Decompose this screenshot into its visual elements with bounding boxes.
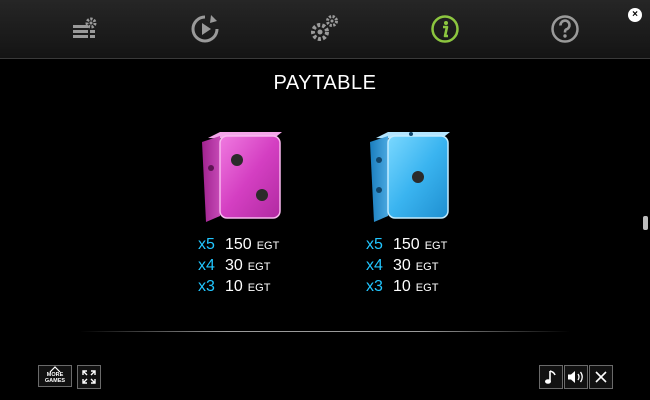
nav-autoplay-button[interactable] xyxy=(185,9,225,49)
nav-settings-button[interactable] xyxy=(304,9,344,49)
nav-help-button[interactable] xyxy=(545,9,585,49)
close-x-icon xyxy=(595,371,607,383)
multiplier: x5 xyxy=(366,236,383,253)
top-nav-bar xyxy=(0,0,650,59)
speaker-icon xyxy=(568,371,583,383)
payout-amount: 30 xyxy=(393,257,411,274)
payout-amount: 150 xyxy=(225,236,252,253)
music-button[interactable] xyxy=(539,365,563,389)
currency: EGT xyxy=(256,240,280,252)
pay-row: x4 30 EGT xyxy=(366,257,546,278)
nav-paytable-button[interactable] xyxy=(64,9,104,49)
multiplier: x3 xyxy=(198,278,215,295)
fullscreen-button[interactable] xyxy=(77,365,101,389)
more-games-button[interactable]: MORE GAMES xyxy=(38,365,72,387)
autoplay-icon xyxy=(191,15,219,43)
multiplier: x4 xyxy=(198,257,215,274)
settings-icon xyxy=(311,15,338,41)
payout-amount: 30 xyxy=(225,257,243,274)
pay-row: x5 150 EGT xyxy=(198,236,378,257)
fullscreen-icon xyxy=(82,370,96,384)
paytable-settings-icon xyxy=(73,17,97,38)
help-icon xyxy=(551,15,579,43)
music-note-icon xyxy=(545,370,556,384)
blue-die-icon xyxy=(370,132,450,222)
more-games-line2: GAMES xyxy=(44,378,66,384)
currency: EGT xyxy=(415,261,439,273)
pay-row: x5 150 EGT xyxy=(366,236,546,257)
divider xyxy=(80,331,570,332)
more-games-label: MORE GAMES xyxy=(45,372,65,384)
sound-button[interactable] xyxy=(564,365,588,389)
multiplier: x4 xyxy=(366,257,383,274)
pink-die-paytable: x5 150 EGT x4 30 EGT x3 10 EGT xyxy=(198,236,378,299)
info-icon xyxy=(431,15,459,43)
multiplier: x3 xyxy=(366,278,383,295)
multiplier: x5 xyxy=(198,236,215,253)
exit-button[interactable] xyxy=(589,365,613,389)
page-title: PAYTABLE xyxy=(273,72,377,94)
pay-row: x4 30 EGT xyxy=(198,257,378,278)
nav-info-button[interactable] xyxy=(425,9,465,49)
currency: EGT xyxy=(415,282,439,294)
pink-die-icon xyxy=(202,132,282,222)
pay-row: x3 10 EGT xyxy=(198,278,378,299)
payout-amount: 10 xyxy=(225,278,243,295)
currency: EGT xyxy=(247,282,271,294)
payout-amount: 10 xyxy=(393,278,411,295)
symbol-blue-die: x5 150 EGT x4 30 EGT x3 10 EGT xyxy=(366,130,546,299)
close-icon[interactable]: × xyxy=(628,8,642,22)
currency: EGT xyxy=(247,261,271,273)
payout-amount: 150 xyxy=(393,236,420,253)
currency: EGT xyxy=(424,240,448,252)
blue-die-paytable: x5 150 EGT x4 30 EGT x3 10 EGT xyxy=(366,236,546,299)
scrollbar-thumb[interactable] xyxy=(643,216,648,230)
pay-row: x3 10 EGT xyxy=(366,278,546,299)
symbol-pink-die: x5 150 EGT x4 30 EGT x3 10 EGT xyxy=(198,130,378,299)
